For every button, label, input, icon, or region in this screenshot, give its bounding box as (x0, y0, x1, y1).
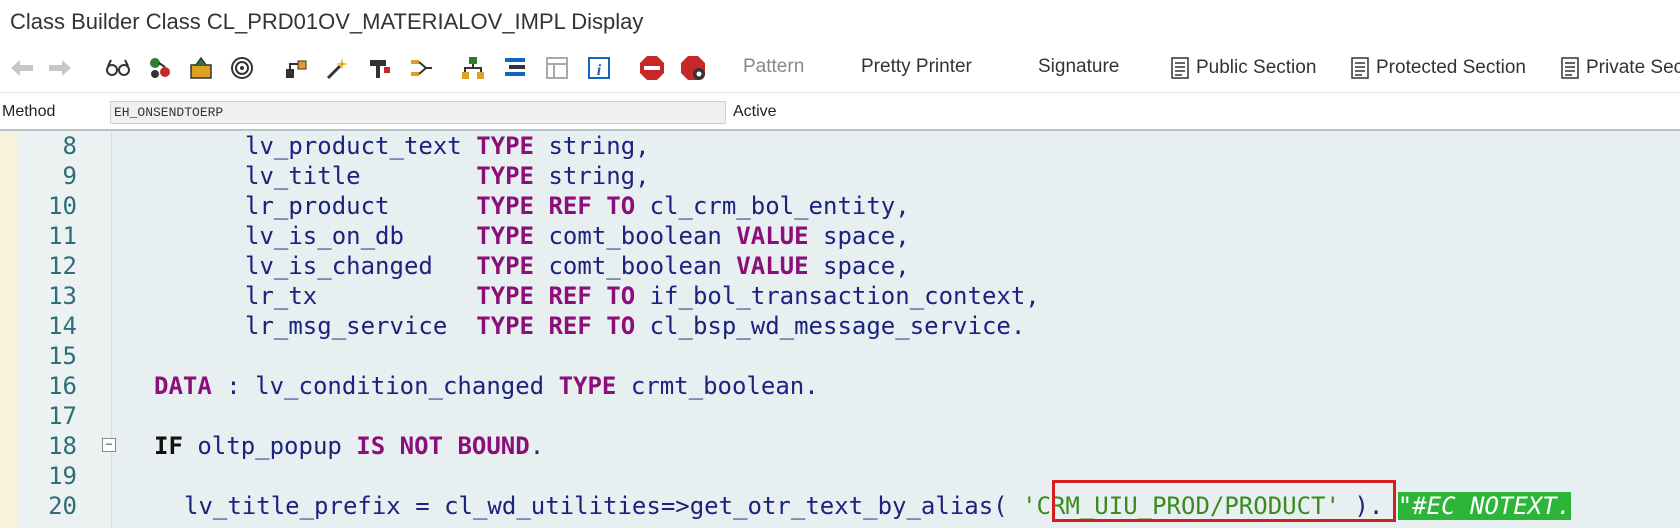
public-section-label: Public Section (1196, 57, 1317, 78)
public-section-button[interactable]: Public Section (1170, 54, 1316, 82)
method-bar: Method EH_ONSENDTOERP Active (0, 93, 1680, 131)
code-line: DATA : lv_condition_changed TYPE crmt_bo… (154, 372, 819, 400)
pretty-printer-button[interactable]: Pretty Printer (861, 56, 972, 78)
display-object-list-icon[interactable] (228, 54, 256, 82)
line-number: 18 (48, 432, 77, 460)
line-number: 13 (48, 282, 77, 310)
private-section-label: Private Sec (1586, 57, 1680, 78)
line-number: 9 (62, 162, 77, 190)
code-line: lv_is_changed TYPE comt_boolean VALUE sp… (245, 252, 910, 280)
line-number: 19 (48, 462, 77, 490)
test-icon[interactable] (365, 54, 393, 82)
line-number: 16 (48, 372, 77, 400)
stop-icon[interactable] (638, 54, 666, 82)
glasses-icon[interactable] (104, 54, 132, 82)
info-icon[interactable]: i (585, 54, 613, 82)
line-number: 15 (48, 342, 77, 370)
method-status: Active (733, 103, 777, 120)
code-line: lv_title TYPE string, (245, 162, 650, 190)
stop-breakpoint-icon[interactable] (679, 54, 707, 82)
signature-button[interactable]: Signature (1038, 56, 1119, 78)
line-number: 17 (48, 402, 77, 430)
class-hierarchy-icon[interactable] (501, 54, 529, 82)
protected-section-label: Protected Section (1376, 57, 1526, 78)
navigator-icon[interactable] (407, 54, 435, 82)
line-number: 10 (48, 192, 77, 220)
window-title: Class Builder Class CL_PRD01OV_MATERIALO… (10, 9, 644, 34)
code-line: lr_msg_service TYPE REF TO cl_bsp_wd_mes… (245, 312, 1026, 340)
editor-margin (0, 131, 17, 528)
hierarchy-icon[interactable] (459, 54, 487, 82)
document-icon (1171, 57, 1189, 79)
line-number: 14 (48, 312, 77, 340)
svg-text:i: i (597, 62, 602, 79)
protected-section-button[interactable]: Protected Section (1350, 54, 1526, 82)
code-editor[interactable]: 8 9 10 11 12 13 14 15 16 17 18 19 20 − l… (0, 131, 1680, 528)
code-line: lv_product_text TYPE string, (245, 132, 650, 160)
application-toolbar: i Pattern Pretty Printer Signature Publi… (0, 44, 1680, 93)
private-section-button[interactable]: Private Sec (1560, 54, 1680, 82)
forward-arrow-icon[interactable] (46, 54, 74, 82)
code-line: IF oltp_popup IS NOT BOUND. (154, 432, 545, 460)
line-number: 12 (48, 252, 77, 280)
document-icon (1351, 57, 1369, 79)
where-used-icon[interactable] (282, 54, 310, 82)
document-icon (1561, 57, 1579, 79)
highlight-box (1052, 480, 1396, 522)
code-line: lv_is_on_db TYPE comt_boolean VALUE spac… (245, 222, 910, 250)
title-bar: Class Builder Class CL_PRD01OV_MATERIALO… (0, 0, 1680, 45)
object-list-icon[interactable] (146, 54, 174, 82)
activate-wand-icon[interactable] (323, 54, 351, 82)
method-label: Method (2, 103, 56, 120)
line-number: 11 (48, 222, 77, 250)
line-number: 8 (62, 132, 77, 160)
line-number: 20 (48, 492, 77, 520)
method-name-field[interactable]: EH_ONSENDTOERP (110, 101, 726, 124)
layout-icon[interactable] (543, 54, 571, 82)
other-object-icon[interactable] (187, 54, 215, 82)
code-line: lr_product TYPE REF TO cl_crm_bol_entity… (245, 192, 910, 220)
fold-collapse-icon[interactable]: − (102, 438, 116, 452)
pattern-button[interactable]: Pattern (743, 56, 804, 78)
back-arrow-icon[interactable] (8, 54, 36, 82)
pragma-comment: "#EC NOTEXT. (1397, 492, 1572, 520)
code-line: lr_tx TYPE REF TO if_bol_transaction_con… (245, 282, 1040, 310)
fold-column (81, 131, 112, 528)
